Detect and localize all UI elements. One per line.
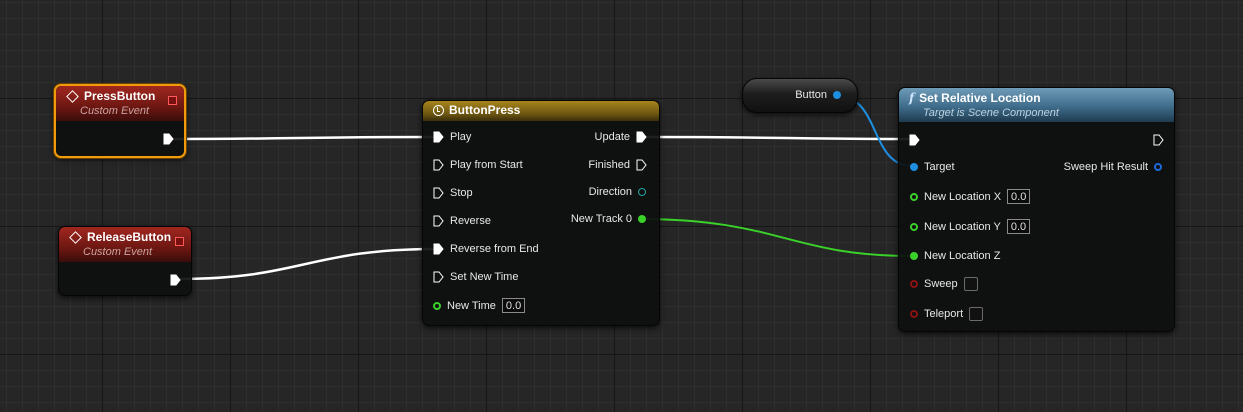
release-button-header[interactable]: ReleaseButton Custom Event xyxy=(59,227,191,262)
event-diamond-icon xyxy=(66,89,79,103)
function-icon: f xyxy=(909,91,915,105)
timeline-input-reverse-from-end[interactable]: Reverse from End xyxy=(433,243,539,255)
object-pin[interactable] xyxy=(833,91,841,99)
pin-label: Teleport xyxy=(924,308,964,320)
press-button-subtitle: Custom Event xyxy=(80,105,150,117)
exec-pin-empty[interactable] xyxy=(433,215,444,227)
struct-pin[interactable] xyxy=(1154,163,1162,171)
button-variable-node[interactable]: Button xyxy=(742,78,858,113)
set-relative-location-header[interactable]: f Set Relative Location Target is Scene C… xyxy=(899,88,1174,122)
timeline-input-reverse[interactable]: Reverse xyxy=(433,215,491,227)
release-button-subtitle: Custom Event xyxy=(83,246,153,258)
input-new-location-y[interactable]: New Location Y 0.0 xyxy=(910,219,1031,234)
exec-pin-filled[interactable] xyxy=(433,243,444,255)
release-button-node[interactable]: ReleaseButton Custom Event xyxy=(58,226,192,296)
timeline-output-new-track-0[interactable]: New Track 0 xyxy=(571,213,646,225)
timeline-output-finished[interactable]: Finished xyxy=(588,159,647,171)
input-new-location-z[interactable]: New Location Z xyxy=(910,250,1000,262)
input-sweep[interactable]: Sweep xyxy=(910,277,978,291)
release-button-title: ReleaseButton xyxy=(87,230,172,244)
pin-label: Play from Start xyxy=(450,159,523,171)
sweep-checkbox[interactable] xyxy=(963,277,978,291)
press-button-node[interactable]: PressButton Custom Event xyxy=(54,84,186,158)
event-diamond-icon xyxy=(69,230,82,244)
input-new-location-x[interactable]: New Location X 0.0 xyxy=(910,189,1031,204)
press-button-exec-out-pin[interactable] xyxy=(163,133,174,145)
pin-label: New Time xyxy=(447,299,496,312)
exec-pin-empty[interactable] xyxy=(636,159,647,171)
pin-label: Stop xyxy=(450,187,473,199)
pin-label: Finished xyxy=(588,159,630,171)
pin-label: Set New Time xyxy=(450,271,519,283)
timeline-header[interactable]: ButtonPress xyxy=(423,101,659,121)
wire-update-to-exec[interactable] xyxy=(644,135,913,141)
timeline-output-update[interactable]: Update xyxy=(595,131,647,143)
exec-pin-filled[interactable] xyxy=(433,131,444,143)
location-x-value-field[interactable]: 0.0 xyxy=(1007,189,1031,204)
timeline-title: ButtonPress xyxy=(449,103,521,117)
float-pin[interactable] xyxy=(910,192,918,201)
object-pin[interactable] xyxy=(910,163,918,171)
output-sweep-hit-result[interactable]: Sweep Hit Result xyxy=(1064,161,1162,173)
exec-pin-empty[interactable] xyxy=(433,271,444,283)
exec-pin-empty[interactable] xyxy=(433,187,444,199)
exec-pin-filled[interactable] xyxy=(636,131,647,143)
event-delegate-pin[interactable] xyxy=(168,96,177,105)
wire-press-to-play[interactable] xyxy=(171,135,437,141)
enum-pin[interactable] xyxy=(638,188,646,196)
float-pin[interactable] xyxy=(433,301,441,310)
location-y-value-field[interactable]: 0.0 xyxy=(1006,219,1031,234)
release-button-exec-out-pin[interactable] xyxy=(170,274,181,286)
float-pin[interactable] xyxy=(910,222,918,231)
set-relative-location-subtitle: Target is Scene Component xyxy=(923,107,1059,119)
timeline-output-direction[interactable]: Direction xyxy=(589,186,646,198)
press-button-header[interactable]: PressButton Custom Event xyxy=(56,86,184,121)
pin-label: Play xyxy=(450,131,472,143)
pin-label: Sweep Hit Result xyxy=(1063,161,1148,173)
press-button-title: PressButton xyxy=(84,89,156,103)
timeline-input-play[interactable]: Play xyxy=(433,131,471,143)
pin-label: Sweep xyxy=(924,278,958,290)
bool-pin[interactable] xyxy=(910,310,918,318)
event-delegate-pin[interactable] xyxy=(175,237,184,246)
button-variable-label: Button xyxy=(795,89,827,101)
input-target[interactable]: Target xyxy=(910,161,955,173)
timeline-input-stop[interactable]: Stop xyxy=(433,187,473,199)
pin-label: Update xyxy=(594,131,630,143)
button-variable-output[interactable]: Button xyxy=(795,89,841,101)
wire-track-to-location-z[interactable] xyxy=(637,218,913,257)
set-relative-location-title: Set Relative Location xyxy=(919,91,1041,105)
float-pin[interactable] xyxy=(638,215,646,223)
bool-pin[interactable] xyxy=(910,280,918,288)
float-pin[interactable] xyxy=(910,252,918,260)
timeline-input-new-time[interactable]: New Time 0.0 xyxy=(433,298,526,313)
input-teleport[interactable]: Teleport xyxy=(910,307,984,321)
exec-in-pin[interactable] xyxy=(909,134,920,146)
pin-label: Reverse xyxy=(450,215,491,227)
clock-icon xyxy=(433,104,444,116)
pin-label: New Location Y xyxy=(924,220,1001,233)
pin-label: New Location Z xyxy=(924,250,1001,262)
set-relative-location-node[interactable]: f Set Relative Location Target is Scene C… xyxy=(898,87,1175,332)
new-time-value-field[interactable]: 0.0 xyxy=(501,298,526,313)
timeline-input-set-new-time[interactable]: Set New Time xyxy=(433,271,518,283)
timeline-input-play-from-start[interactable]: Play from Start xyxy=(433,159,523,171)
exec-pin-empty[interactable] xyxy=(433,159,444,171)
teleport-checkbox[interactable] xyxy=(969,307,984,321)
pin-label: Target xyxy=(924,161,955,173)
pin-label: Reverse from End xyxy=(450,243,539,255)
pin-label: New Location X xyxy=(924,190,1002,203)
exec-out-pin[interactable] xyxy=(1153,134,1164,146)
wire-release-to-reverse-from-end[interactable] xyxy=(179,247,437,281)
pin-label: Direction xyxy=(588,186,632,198)
pin-label: New Track 0 xyxy=(570,213,632,225)
timeline-node[interactable]: ButtonPress Play Play from Start Stop Re… xyxy=(422,100,660,326)
